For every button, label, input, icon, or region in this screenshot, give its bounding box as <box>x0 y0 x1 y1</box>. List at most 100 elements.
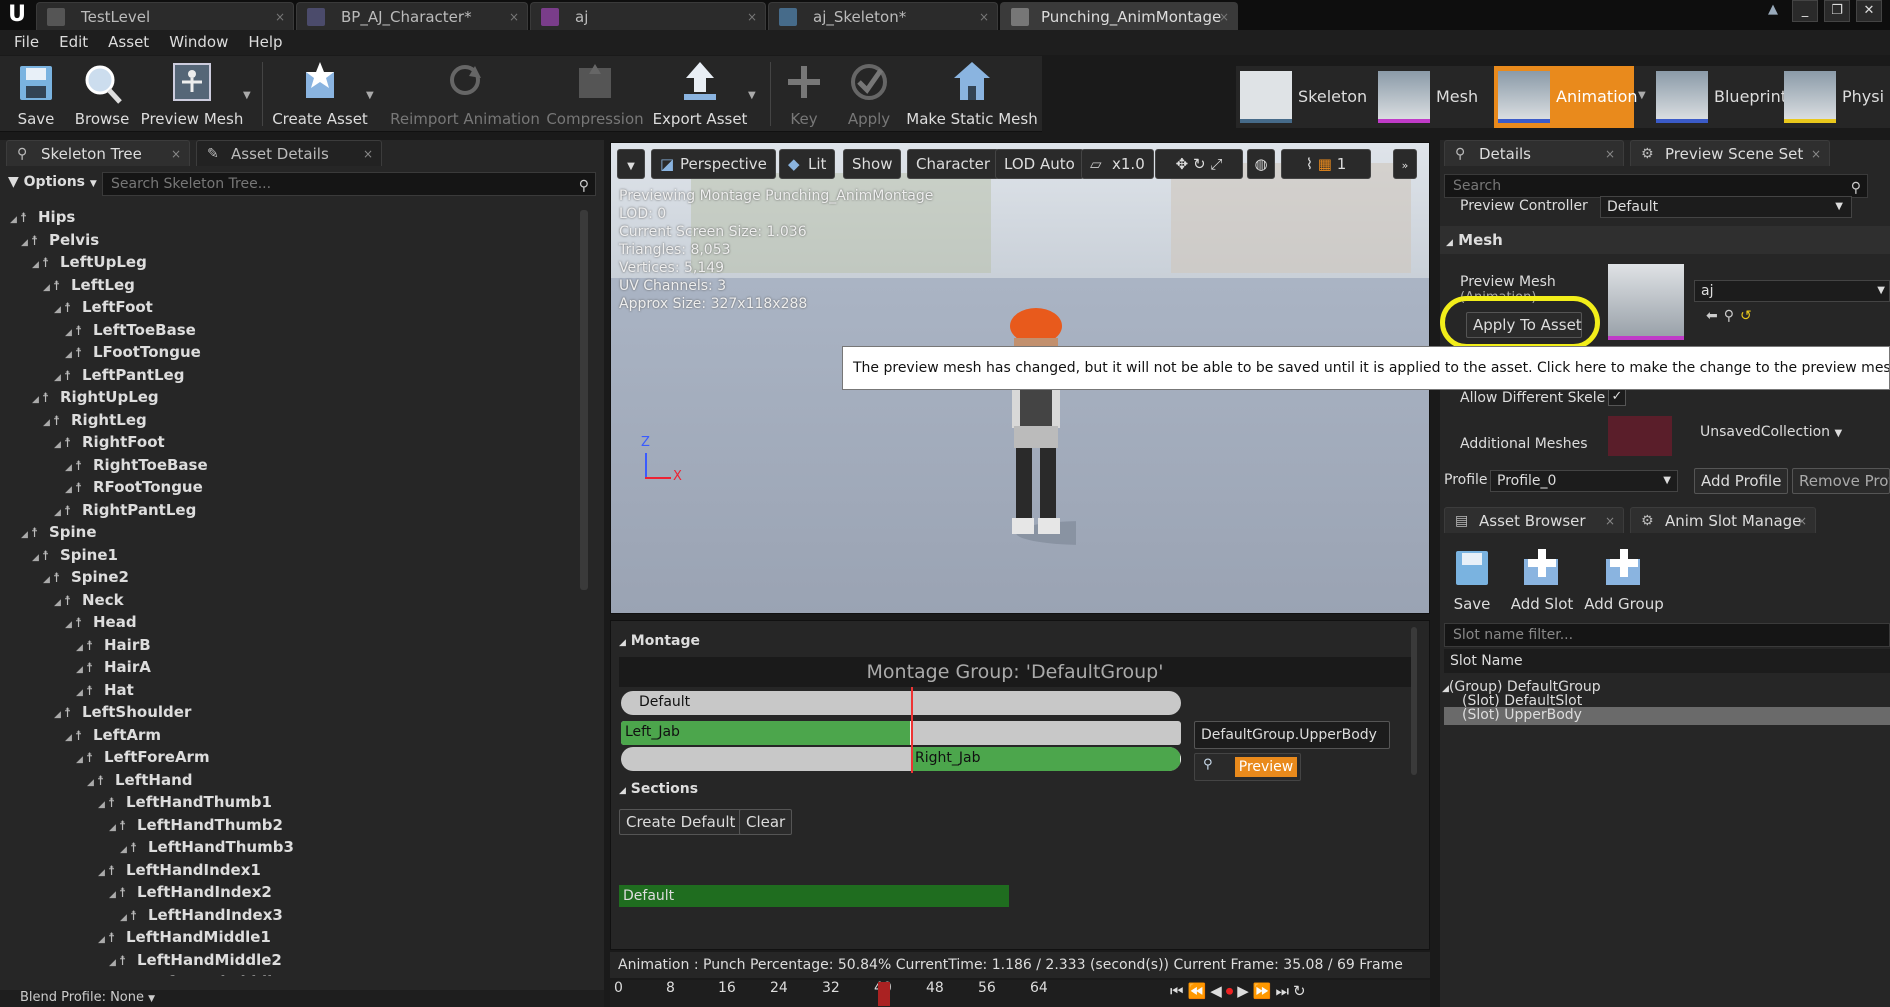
section-default-bar[interactable]: Default <box>619 885 1009 907</box>
doc-tab-bp-aj-character[interactable]: BP_AJ_Character* × <box>296 2 528 30</box>
snap-tools[interactable]: ⌇ ▦ 1 <box>1281 149 1371 179</box>
tree-row[interactable]: ◢ ☨ LeftHandIndex2 <box>109 881 272 903</box>
search-icon[interactable]: ⚲ <box>1851 177 1861 199</box>
tree-row[interactable]: ◢ ☨ LeftUpLeg <box>32 251 147 273</box>
tree-row[interactable]: ◢ ☨ Pelvis <box>21 229 99 251</box>
expand-arrow-icon[interactable]: ◢ <box>98 929 108 951</box>
search-icon[interactable]: ⚲ <box>579 175 589 197</box>
expand-arrow-icon[interactable]: ◢ <box>32 254 42 276</box>
maximize-button[interactable]: ❐ <box>1824 0 1850 22</box>
play-reverse-icon[interactable]: ◀ <box>1210 982 1226 1000</box>
loop-icon[interactable]: ↻ <box>1293 982 1310 1000</box>
close-icon[interactable]: × <box>363 141 373 167</box>
menu-edit[interactable]: Edit <box>49 30 98 55</box>
expand-arrow-icon[interactable]: ◢ <box>120 974 130 976</box>
notify-icon[interactable]: ▲ <box>1760 0 1786 22</box>
mode-physics[interactable]: Physi <box>1780 66 1890 128</box>
tree-row[interactable]: ◢ ☨ LeftShoulder <box>54 701 191 723</box>
close-icon[interactable]: × <box>1811 141 1821 167</box>
tree-row[interactable]: ◢ ☨ LeftPantLeg <box>54 364 184 386</box>
expand-arrow-icon[interactable]: ◢ <box>32 547 42 569</box>
close-icon[interactable]: × <box>979 3 989 30</box>
expand-arrow-icon[interactable]: ◢ <box>54 704 64 726</box>
minimize-button[interactable]: _ <box>1792 0 1818 22</box>
slot-filter-input[interactable]: Slot name filter... <box>1444 623 1890 647</box>
tab-asset-details[interactable]: ✎ Asset Details × <box>196 140 382 166</box>
tree-row[interactable]: ◢ ☨ LeftFoot <box>54 296 153 318</box>
skip-start-icon[interactable]: ⏮ <box>1170 982 1188 1000</box>
montage-scrollbar[interactable] <box>1411 627 1417 775</box>
profile-select[interactable]: Profile_0 ▼ <box>1490 470 1678 492</box>
tree-row[interactable]: ◢ ☨ LeftHandIndex1 <box>98 859 261 881</box>
mesh-asset-select[interactable]: aj ▼ <box>1694 280 1890 302</box>
camera-speed-icon[interactable]: 1 <box>1337 155 1347 173</box>
tab-anim-slot-manager[interactable]: ⚙ Anim Slot Manage × <box>1630 507 1816 533</box>
expand-arrow-icon[interactable]: ◢ <box>43 277 53 299</box>
tree-row[interactable]: ◢ ☨ RFootTongue <box>65 476 203 498</box>
menu-asset[interactable]: Asset <box>98 30 159 55</box>
grid-icon[interactable]: ▦ <box>1318 155 1332 173</box>
create-asset-button[interactable]: Create Asset <box>268 56 372 132</box>
browse-button[interactable]: Browse <box>70 56 134 132</box>
tree-row[interactable]: ◢ ☨ Spine1 <box>32 544 118 566</box>
snap-icon[interactable]: ⌇ <box>1306 155 1313 173</box>
close-icon[interactable]: × <box>275 3 285 30</box>
key-button[interactable]: Key <box>776 56 832 132</box>
reset-icon[interactable]: ↺ <box>1740 308 1758 324</box>
make-static-mesh-button[interactable]: Make Static Mesh <box>906 56 1038 132</box>
close-icon[interactable]: × <box>747 3 757 30</box>
doc-tab-aj[interactable]: aj × <box>530 2 766 30</box>
details-search-input[interactable]: Search ⚲ <box>1444 174 1868 198</box>
perspective-button[interactable]: ◪ Perspective <box>651 149 776 179</box>
step-back-icon[interactable]: ⏪ <box>1188 982 1211 1000</box>
tree-row[interactable]: ◢ ☨ LeftHand <box>87 769 193 791</box>
expand-arrow-icon[interactable]: ◢ <box>98 862 108 884</box>
options-button[interactable]: ▼ Options ▼ <box>8 174 97 190</box>
tree-row[interactable]: ◢ ☨ Neck <box>54 589 124 611</box>
expand-arrow-icon[interactable]: ◢ <box>109 952 119 974</box>
close-icon[interactable]: × <box>171 141 181 167</box>
tree-row[interactable]: ◢☨ LeftHandMiddle3 <box>120 971 293 976</box>
right-jab-track[interactable]: Right_Jab <box>621 747 1181 771</box>
tree-row[interactable]: ◢ ☨ LeftHandIndex3 <box>120 904 283 926</box>
tree-row[interactable]: ◢ ☨ LeftHandThumb3 <box>120 836 294 858</box>
expand-arrow-icon[interactable]: ◢ <box>76 749 86 771</box>
tree-scrollbar[interactable] <box>580 210 588 590</box>
expand-arrow-icon[interactable]: ◢ <box>98 794 108 816</box>
scale-icon[interactable]: ⤢ <box>1210 155 1222 173</box>
close-icon[interactable]: × <box>1605 141 1615 167</box>
step-forward-icon[interactable]: ⏩ <box>1253 982 1276 1000</box>
doc-tab-testlevel[interactable]: TestLevel × <box>36 2 294 30</box>
tree-row[interactable]: ◢ ☨ LeftForeArm <box>76 746 210 768</box>
slot-save-button[interactable]: Save <box>1444 547 1500 617</box>
character-button[interactable]: Character <box>907 149 1000 179</box>
timeline-scrubber[interactable]: 0816243240485664 ⏮⏪◀⏺▶⏩⏭↻ <box>610 980 1430 1007</box>
rotate-icon[interactable]: ↻ <box>1193 155 1206 173</box>
tree-row[interactable]: ◢ ☨ LeftToeBase <box>65 319 196 341</box>
mode-mesh[interactable]: Mesh <box>1374 66 1492 128</box>
mode-blueprint[interactable]: Blueprint <box>1652 66 1787 128</box>
tree-row[interactable]: ◢ ☨ Spine <box>21 521 97 543</box>
mesh-category[interactable]: ◢ Mesh <box>1440 226 1890 254</box>
show-button[interactable]: Show <box>843 149 902 179</box>
move-icon[interactable]: ✥ <box>1176 155 1189 173</box>
playback-speed-button[interactable]: ▱ x1.0 <box>1081 149 1154 179</box>
additional-meshes-select[interactable]: UnsavedCollection ▼ <box>1694 422 1854 444</box>
tree-row[interactable]: ◢ ☨ LeftHandMiddle1 <box>98 926 271 948</box>
tree-row[interactable]: ◢ ☨ LeftHandMiddle2 <box>109 949 282 971</box>
browse-asset-icon[interactable]: ⚲ <box>1724 308 1740 324</box>
left-jab-track[interactable]: Left_Jab <box>621 721 1181 745</box>
blend-profile-selector[interactable]: Blend Profile: None ▼ <box>0 990 604 1007</box>
preview-slot-button[interactable]: ⚲ Preview <box>1194 753 1301 781</box>
remove-profile-button[interactable]: Remove Profi <box>1792 468 1890 494</box>
play-icon[interactable]: ▶ <box>1237 982 1253 1000</box>
expand-arrow-icon[interactable]: ◢ <box>54 434 64 456</box>
allow-different-checkbox[interactable]: ✓ <box>1608 388 1626 406</box>
use-selected-icon[interactable]: ⬅ <box>1706 308 1724 324</box>
tab-details[interactable]: ⚲ Details × <box>1444 140 1624 166</box>
close-icon[interactable]: × <box>509 3 519 30</box>
close-icon[interactable]: × <box>1605 508 1615 534</box>
tab-preview-scene-settings[interactable]: ⚙ Preview Scene Set × <box>1630 140 1830 166</box>
tab-skeleton-tree[interactable]: ⚲ Skeleton Tree × <box>6 140 190 166</box>
close-icon[interactable]: × <box>1797 508 1807 534</box>
